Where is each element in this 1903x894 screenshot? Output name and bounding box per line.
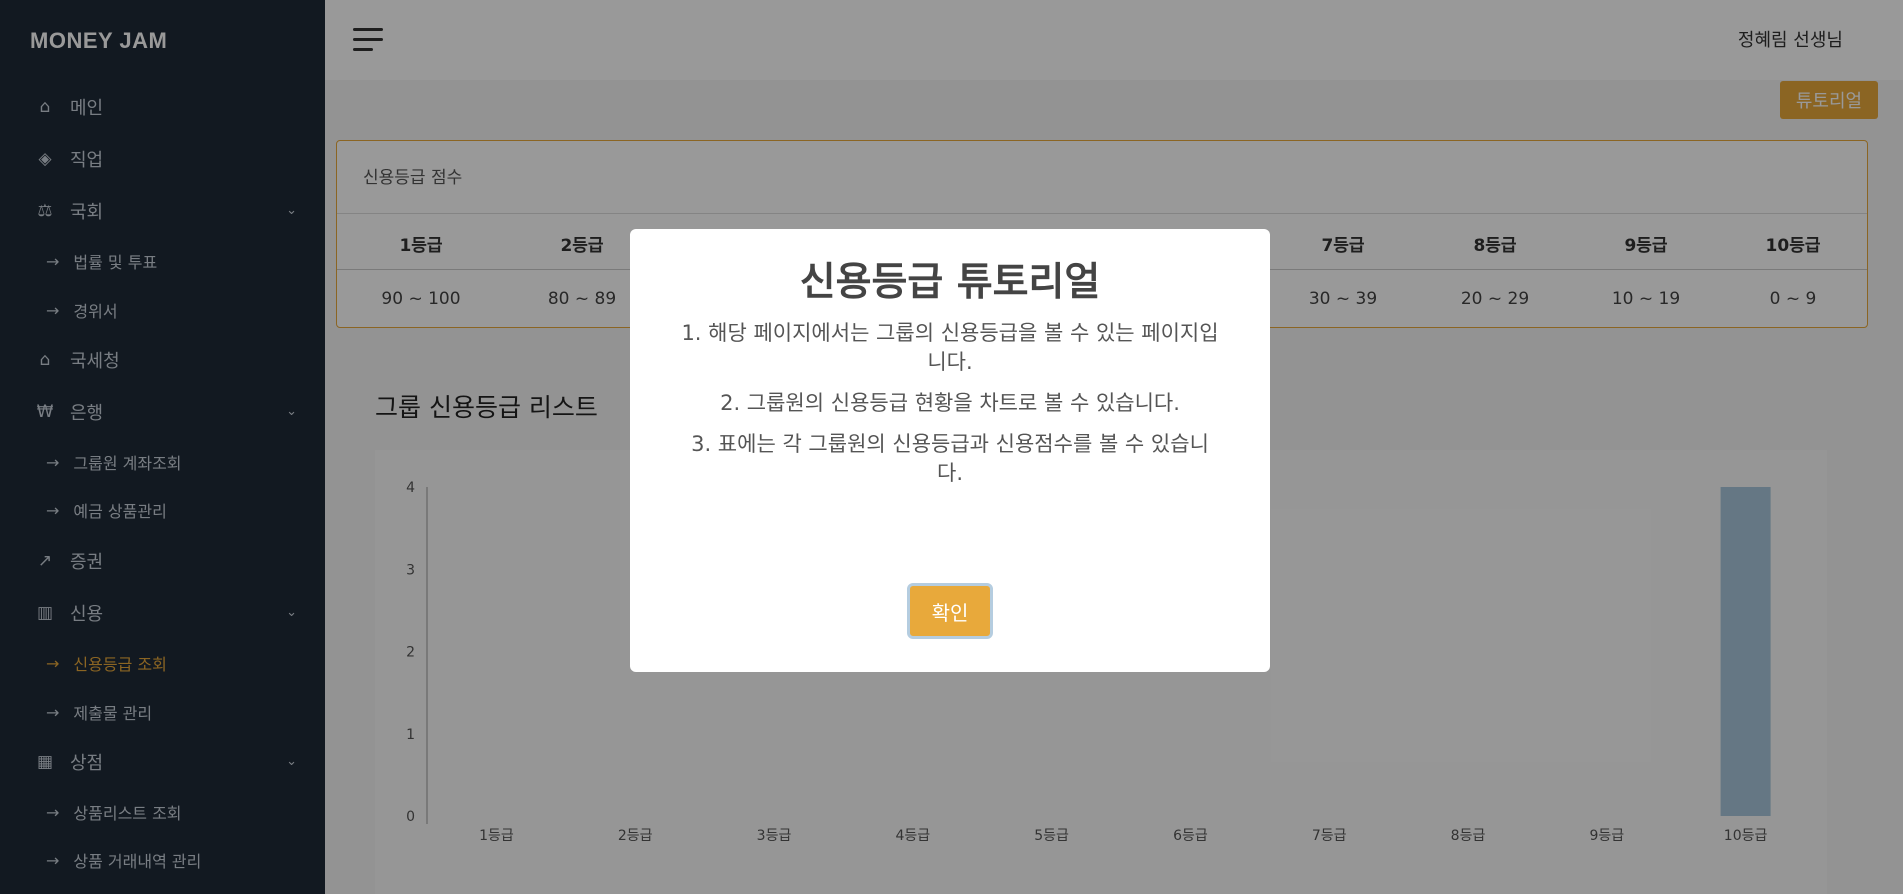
tutorial-modal: 신용등급 튜토리얼 1. 해당 페이지에서는 그룹의 신용등급을 볼 수 있는 … (630, 229, 1270, 672)
modal-line-3: 3. 표에는 각 그룹원의 신용등급과 신용점수를 볼 수 있습니다. (691, 432, 1209, 485)
confirm-button[interactable]: 확인 (907, 583, 993, 639)
modal-title: 신용등급 튜토리얼 (799, 260, 1101, 305)
modal-line-2: 2. 그룹원의 신용등급 현황을 차트로 볼 수 있습니다. (720, 391, 1180, 415)
modal-line-1: 1. 해당 페이지에서는 그룹의 신용등급을 볼 수 있는 페이지입니다. (681, 321, 1219, 374)
